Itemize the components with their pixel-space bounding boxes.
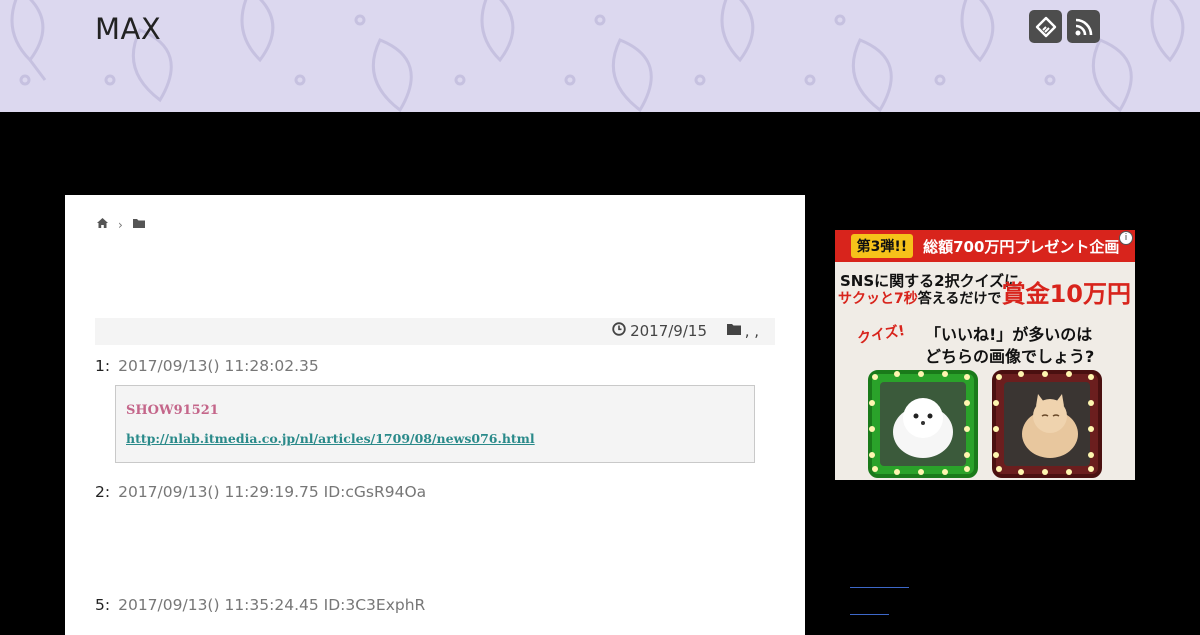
chevron-right-icon: ›: [118, 217, 123, 232]
ad-info-icon[interactable]: i: [1119, 231, 1133, 245]
leaf-pattern-background: [10, 0, 1185, 112]
marquee-bulb: [1042, 371, 1048, 377]
quote-author: SHOW91521: [126, 403, 219, 418]
thread-post: 2: 2017/09/13() 11:29:19.75 ID:cGsR94Oa: [95, 483, 426, 501]
marquee-bulb: [1066, 469, 1072, 475]
breadcrumb: ›: [96, 217, 146, 232]
marquee-bulb: [996, 374, 1002, 380]
thread-post: 1: 2017/09/13() 11:28:02.35: [95, 357, 319, 375]
marquee-bulb: [1088, 452, 1094, 458]
ad-subline: サクッと7秒答えるだけで: [838, 288, 1001, 308]
marquee-bulb: [869, 400, 875, 406]
cat-photo: [1004, 382, 1090, 466]
post-number: 2:: [95, 483, 111, 501]
ad-question-line: どちらの画像でしょう?: [925, 347, 1095, 366]
marquee-bulb: [964, 452, 970, 458]
ad-top-text: 総額700万円プレゼント企画: [923, 237, 1120, 256]
marquee-bulb: [894, 469, 900, 475]
marquee-bulb: [942, 371, 948, 377]
sidebar-link[interactable]: [850, 614, 889, 615]
site-title[interactable]: MAX: [95, 12, 161, 46]
marquee-bulb: [872, 374, 878, 380]
clock-icon: [612, 322, 626, 340]
ad-subline-rest: 答えるだけで: [917, 291, 1002, 307]
marquee-bulb: [894, 371, 900, 377]
marquee-bulb: [964, 426, 970, 432]
post-info: 2017/09/13() 11:28:02.35: [118, 357, 319, 375]
marquee-bulb: [942, 469, 948, 475]
cat-image: [1022, 394, 1078, 458]
article-card: › 2017/9/15 , , 1: 2017/09/13() 11:28:02.…: [65, 195, 805, 635]
marquee-bulb: [1088, 466, 1094, 472]
folder-icon: [726, 322, 742, 340]
post-date: 2017/9/15: [612, 322, 707, 340]
post-categories: , ,: [726, 322, 759, 340]
sidebar-ad-banner[interactable]: 第3弾!! 総額700万円プレゼント企画 i SNSに関する2択クイズに サクッ…: [835, 230, 1135, 480]
marquee-bulb: [1042, 469, 1048, 475]
rss-icon[interactable]: [1067, 10, 1100, 43]
quote-box: SHOW91521 http://nlab.itmedia.co.jp/nl/a…: [115, 385, 755, 463]
quote-link[interactable]: http://nlab.itmedia.co.jp/nl/articles/17…: [126, 431, 535, 446]
ad-question: 「いいね!」が多いのは どちらの画像でしょう?: [925, 324, 1094, 368]
post-number: 1:: [95, 357, 111, 375]
marquee-bulb: [869, 452, 875, 458]
post-date-text: 2017/9/15: [630, 322, 707, 340]
post-info: 2017/09/13() 11:35:24.45 ID:3C3ExphR: [118, 596, 426, 614]
marquee-bulb: [872, 466, 878, 472]
marquee-bulb: [993, 452, 999, 458]
post-info: 2017/09/13() 11:29:19.75 ID:cGsR94Oa: [118, 483, 427, 501]
marquee-bulb: [964, 374, 970, 380]
marquee-bulb: [918, 469, 924, 475]
marquee-bulb: [1088, 374, 1094, 380]
marquee-bulb: [1018, 469, 1024, 475]
marquee-bulb: [993, 400, 999, 406]
feedly-icon[interactable]: [1029, 10, 1062, 43]
post-meta-bar: 2017/9/15 , ,: [95, 318, 775, 345]
marquee-bulb: [1066, 371, 1072, 377]
marquee-bulb: [996, 466, 1002, 472]
sidebar-link[interactable]: [850, 587, 909, 588]
marquee-bulb: [964, 400, 970, 406]
site-header: MAX: [0, 0, 1200, 112]
marquee-bulb: [964, 466, 970, 472]
marquee-bulb: [1088, 426, 1094, 432]
folder-icon[interactable]: [132, 218, 146, 232]
home-icon[interactable]: [96, 217, 109, 232]
marquee-bulb: [1018, 371, 1024, 377]
post-categories-text: , ,: [744, 322, 759, 340]
thread-post: 5: 2017/09/13() 11:35:24.45 ID:3C3ExphR: [95, 596, 425, 614]
dog-image: [893, 398, 953, 458]
ad-quiz-label: クイズ!: [856, 322, 907, 348]
post-number: 5:: [95, 596, 111, 614]
dog-photo: [880, 382, 966, 466]
marquee-bulb: [869, 426, 875, 432]
marquee-bulb: [993, 426, 999, 432]
ad-question-line: 「いいね!」が多いのは: [925, 325, 1093, 344]
ad-badge: 第3弾!!: [850, 234, 914, 258]
ad-top-bar: 第3弾!! 総額700万円プレゼント企画: [835, 230, 1135, 262]
marquee-bulb: [918, 371, 924, 377]
marquee-bulb: [1088, 400, 1094, 406]
ad-image-dog: [868, 370, 978, 478]
ad-subline-highlight: サクッと7秒: [838, 291, 918, 307]
ad-image-cat: [992, 370, 1102, 478]
ad-prize: 賞金10万円: [1001, 280, 1131, 308]
